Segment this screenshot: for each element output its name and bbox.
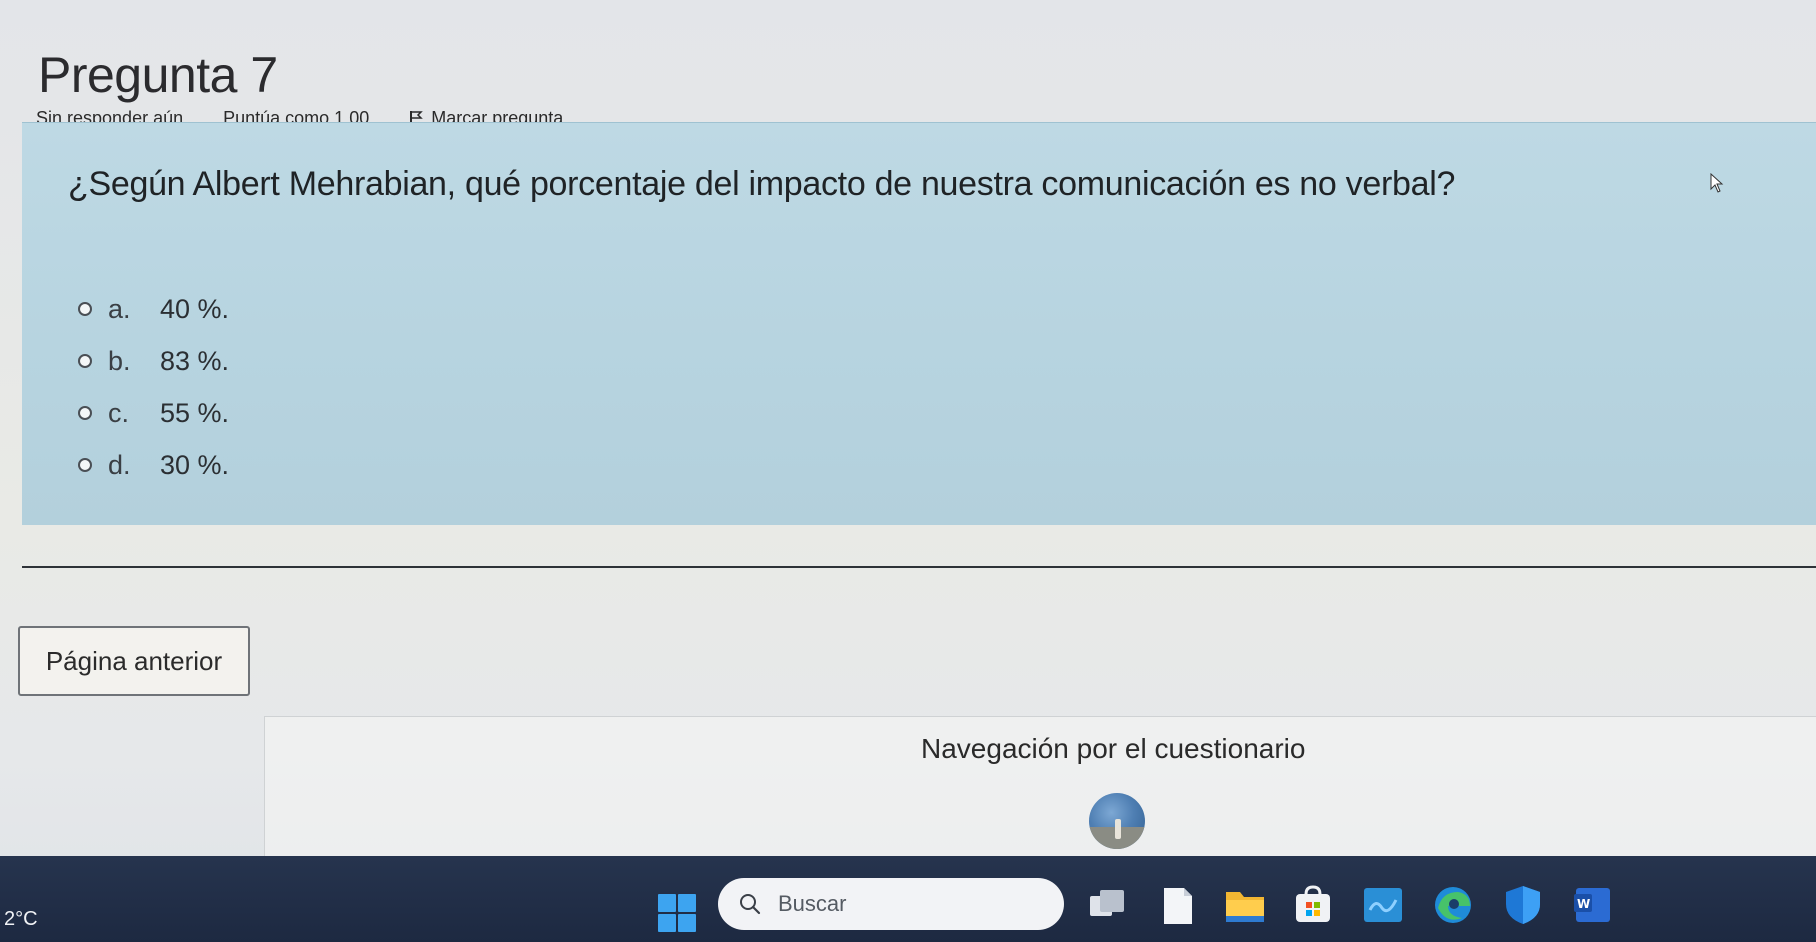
weather-temperature[interactable]: 2°C (4, 908, 38, 931)
radio-option-a[interactable] (78, 302, 92, 316)
option-text: 55 %. (160, 397, 230, 428)
mouse-cursor-icon (1710, 173, 1724, 193)
taskbar-search-box[interactable]: Buscar (718, 878, 1064, 930)
radio-option-b[interactable] (78, 354, 92, 368)
word-icon[interactable]: W (1572, 884, 1614, 926)
question-title: Pregunta 7 (38, 47, 278, 103)
search-placeholder: Buscar (778, 891, 847, 916)
option-text: 83 %. (160, 345, 230, 376)
section-divider (22, 566, 1816, 568)
option-letter: d. (108, 449, 131, 480)
question-text: ¿Según Albert Mehrabian, qué porcentaje … (68, 165, 1456, 203)
start-icon[interactable] (658, 894, 696, 932)
option-text: 40 %. (160, 293, 230, 324)
user-avatar[interactable] (1089, 793, 1145, 849)
answer-options: a. 40 %. b. 83 %. c. 55 %. d. 30 %. (78, 283, 229, 491)
notepad-icon[interactable] (1156, 884, 1198, 926)
svg-text:W: W (1577, 897, 1590, 911)
store-icon[interactable] (1292, 884, 1334, 926)
edge-icon[interactable] (1432, 884, 1474, 926)
option-a[interactable]: a. 40 %. (78, 283, 229, 335)
screen: Pregunta 7 Sin responder aún Puntúa como… (0, 0, 1816, 942)
question-box: ¿Según Albert Mehrabian, qué porcentaje … (22, 122, 1816, 525)
radio-option-d[interactable] (78, 458, 92, 472)
option-c[interactable]: c. 55 %. (78, 387, 229, 439)
quiz-navigation-panel: Navegación por el cuestionario (264, 716, 1816, 867)
task-view-icon[interactable] (1086, 884, 1128, 926)
taskbar: 2°C Buscar W (0, 856, 1816, 942)
option-letter: a. (108, 293, 131, 324)
option-d[interactable]: d. 30 %. (78, 439, 229, 491)
previous-page-button[interactable]: Página anterior (18, 626, 250, 696)
option-letter: b. (108, 345, 131, 376)
option-b[interactable]: b. 83 %. (78, 335, 229, 387)
teams-icon[interactable] (1362, 884, 1404, 926)
file-explorer-icon[interactable] (1224, 884, 1266, 926)
defender-icon[interactable] (1502, 884, 1544, 926)
quiz-navigation-title: Navegación por el cuestionario (921, 733, 1306, 764)
radio-option-c[interactable] (78, 406, 92, 420)
option-text: 30 %. (160, 449, 230, 480)
search-icon (740, 894, 761, 915)
option-letter: c. (108, 397, 130, 428)
